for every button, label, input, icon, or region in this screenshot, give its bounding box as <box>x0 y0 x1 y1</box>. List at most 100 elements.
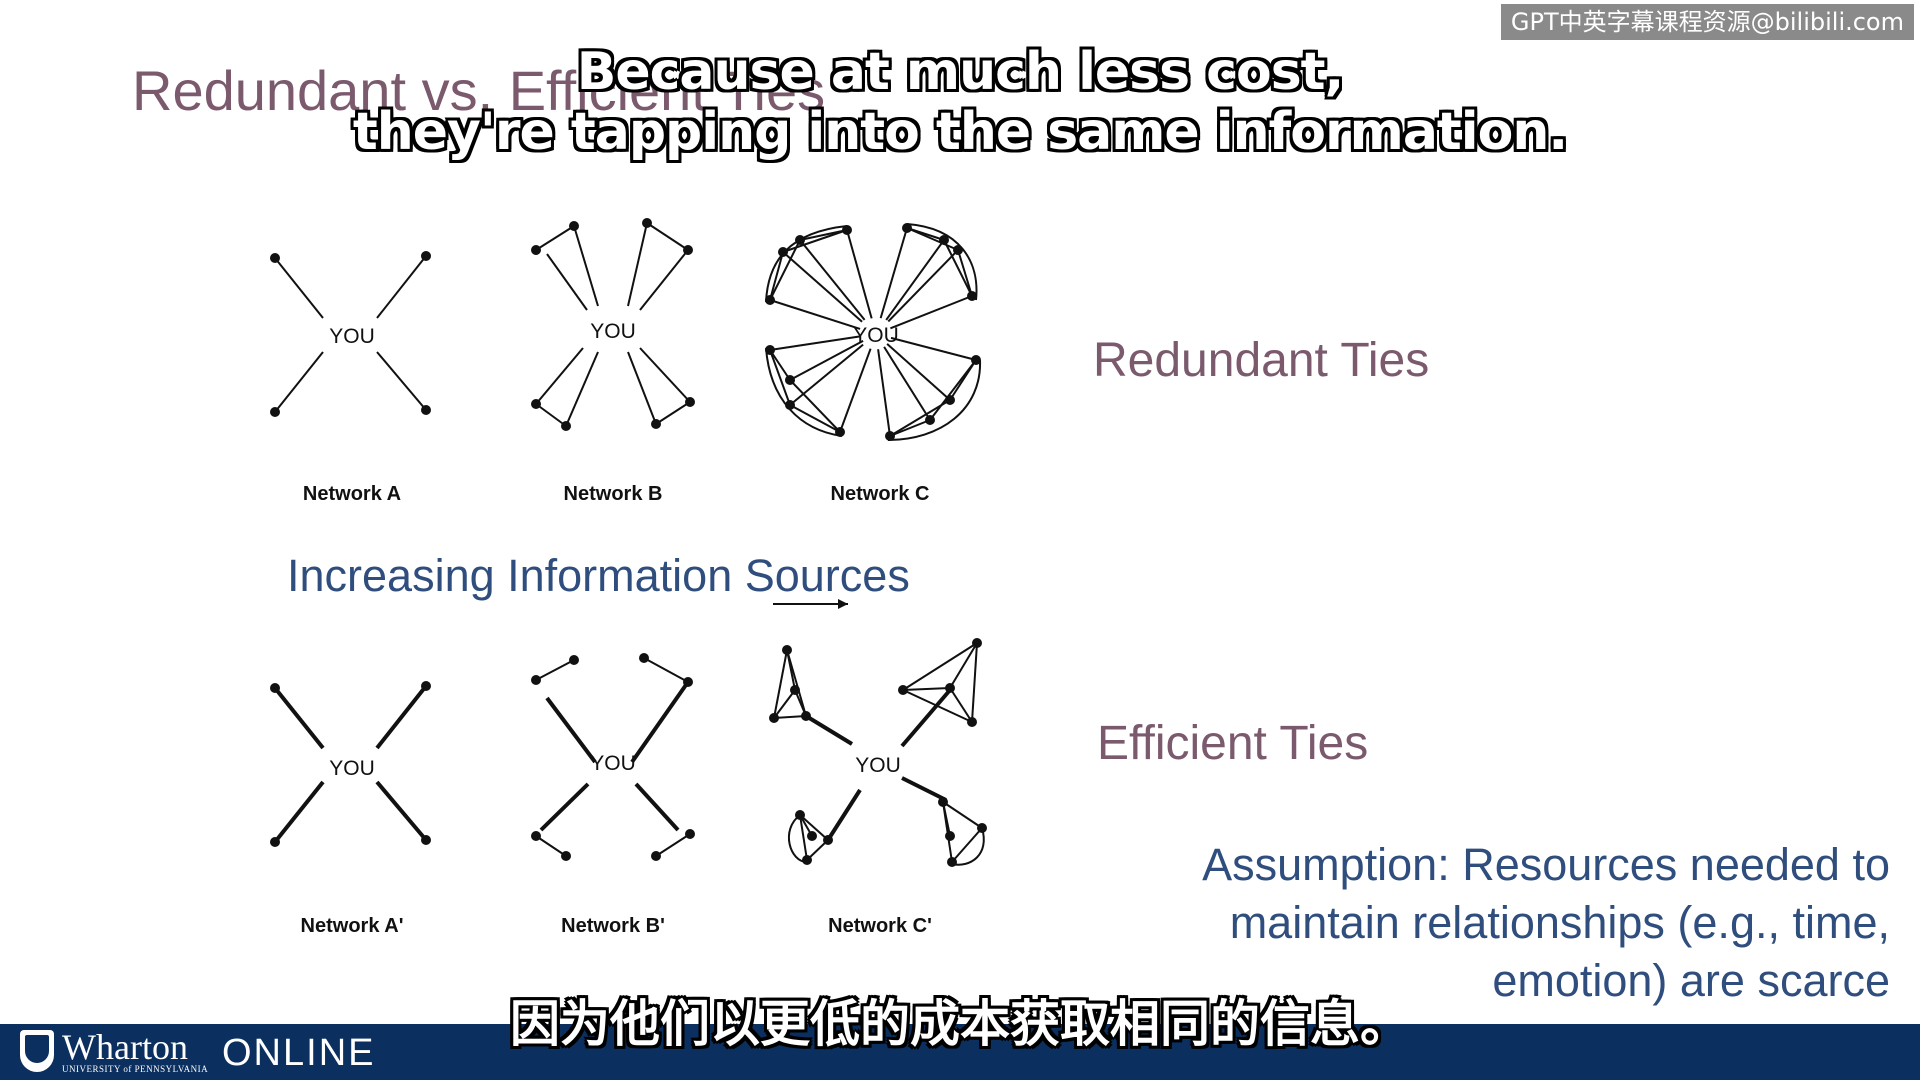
tie-arc <box>951 827 985 866</box>
contact-node <box>685 397 695 407</box>
you-label: YOU <box>590 752 636 775</box>
tie-line <box>769 335 861 351</box>
tie-line <box>630 680 690 764</box>
tie-line <box>804 714 854 746</box>
tie-line <box>769 299 861 330</box>
tie-line <box>887 249 959 323</box>
contact-node <box>270 837 280 847</box>
tie-line <box>949 642 978 689</box>
you-label: YOU <box>590 320 636 343</box>
contact-node <box>795 235 805 245</box>
contact-node <box>785 400 795 410</box>
tie-line <box>643 657 689 683</box>
contact-node <box>531 675 541 685</box>
contact-node <box>898 685 908 695</box>
tie-line <box>879 227 908 319</box>
you-label: YOU <box>855 754 901 777</box>
you-label: YOU <box>329 757 375 780</box>
contact-node <box>945 683 955 693</box>
tie-line <box>535 225 575 251</box>
contact-node <box>902 223 912 233</box>
network-label: Network B' <box>561 915 665 937</box>
tie-line <box>539 782 590 832</box>
contact-node <box>925 415 935 425</box>
assumption-line: Assumption: Resources needed to <box>1202 839 1890 890</box>
contact-node <box>270 407 280 417</box>
contact-node <box>801 711 811 721</box>
increasing-information-sources: Increasing Information Sources <box>287 550 910 601</box>
tie-line <box>545 696 597 764</box>
contact-node <box>785 375 795 385</box>
tie-line <box>906 227 945 241</box>
contact-node <box>531 245 541 255</box>
tie-line <box>883 346 931 421</box>
network-label: Network C' <box>828 915 932 937</box>
tie-line <box>573 225 599 307</box>
contact-node <box>938 797 948 807</box>
tie-line <box>902 687 951 691</box>
contact-node <box>947 857 957 867</box>
tie-line <box>890 336 977 361</box>
tie-line <box>902 642 978 691</box>
contact-node <box>939 235 949 245</box>
contact-node <box>683 245 693 255</box>
contact-node <box>967 717 977 727</box>
tie-line <box>639 347 691 403</box>
contact-node <box>531 831 541 841</box>
tie-line <box>889 419 931 437</box>
contact-node <box>421 251 431 261</box>
contact-node <box>972 638 982 648</box>
tie-line <box>273 686 325 750</box>
wharton-logo-subtext: UNIVERSITY of PENNSYLVANIA <box>62 1064 209 1074</box>
tie-line <box>877 349 891 437</box>
contact-node <box>561 851 571 861</box>
tie-line <box>942 801 983 829</box>
efficient-ties-label: Efficient Ties <box>1097 717 1369 770</box>
tie-line <box>376 351 427 411</box>
you-label: YOU <box>853 324 899 347</box>
contact-node <box>790 685 800 695</box>
tie-line <box>273 780 325 844</box>
tie-line <box>901 776 947 802</box>
tie-line <box>782 251 863 323</box>
tie-line <box>929 359 977 421</box>
contact-node <box>977 823 987 833</box>
you-label: YOU <box>329 325 375 348</box>
contact-node <box>531 399 541 409</box>
tie-line <box>826 788 862 842</box>
tie-line <box>786 649 796 691</box>
contact-node <box>823 835 833 845</box>
tie-line <box>789 379 841 433</box>
contact-node <box>769 713 779 723</box>
contact-node <box>835 427 845 437</box>
tie-arc <box>906 223 978 301</box>
tie-line <box>274 351 324 413</box>
assumption-line: maintain relationships (e.g., time, <box>1229 897 1890 948</box>
tie-line <box>646 222 689 251</box>
tie-line <box>375 684 428 750</box>
tie-line <box>627 351 657 425</box>
redundant-ties-label: Redundant Ties <box>1093 334 1430 387</box>
contact-node <box>967 291 977 301</box>
subtitle-en-line1: Because at much less cost, <box>576 42 1345 102</box>
contact-node <box>421 835 431 845</box>
tie-line <box>535 347 584 405</box>
tie-line <box>639 249 689 311</box>
contact-node <box>569 655 579 665</box>
contact-node <box>270 253 280 263</box>
contact-node <box>885 431 895 441</box>
contact-node <box>270 683 280 693</box>
contact-node <box>561 421 571 431</box>
contact-node <box>778 247 788 257</box>
contact-node <box>842 225 852 235</box>
tie-line <box>885 239 945 321</box>
contact-node <box>421 405 431 415</box>
tie-line <box>886 343 951 401</box>
contact-node <box>945 395 955 405</box>
contact-node <box>421 681 431 691</box>
contact-node <box>971 355 981 365</box>
contact-node <box>795 810 805 820</box>
tie-line <box>627 222 648 307</box>
contact-node <box>765 345 775 355</box>
network-label: Network B <box>564 483 663 505</box>
